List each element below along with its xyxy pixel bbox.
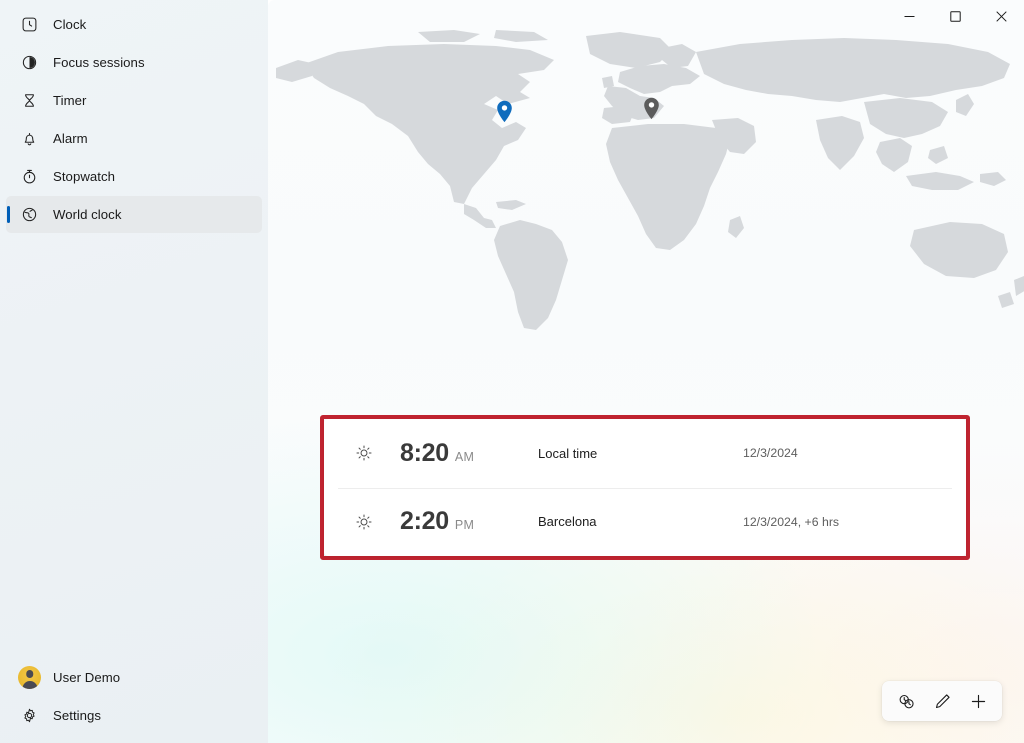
clock-time: 2:20 PM (400, 507, 524, 536)
settings-label: Settings (53, 708, 101, 723)
add-button[interactable] (960, 686, 996, 716)
bell-icon (18, 128, 40, 150)
clock-time-meridiem: AM (455, 450, 474, 464)
clock-list-highlight: 8:20 AM Local time 12/3/2024 2:20 (320, 415, 970, 560)
window-title-bar (268, 0, 1024, 32)
world-map-svg (268, 24, 1024, 342)
sidebar-item-world-clock[interactable]: World clock (6, 196, 262, 233)
sidebar-item-clock[interactable]: Clock (6, 6, 262, 43)
local-time-pin[interactable] (496, 100, 513, 123)
avatar-icon (18, 666, 41, 689)
sidebar-item-label: Alarm (53, 131, 88, 146)
maximize-button[interactable] (932, 0, 978, 32)
clock-location-name: Local time (538, 446, 743, 461)
sidebar-item-stopwatch[interactable]: Stopwatch (6, 158, 262, 195)
clock-date: 12/3/2024, +6 hrs (743, 515, 839, 529)
gear-icon (18, 705, 40, 727)
sidebar-item-label: Clock (53, 17, 86, 32)
sidebar-item-list: Clock Focus sessions (0, 6, 268, 234)
clock-icon (18, 14, 40, 36)
compare-button[interactable] (888, 686, 924, 716)
clock-app-window: Clock Focus sessions (0, 0, 1024, 743)
focus-sessions-icon (18, 52, 40, 74)
stopwatch-icon (18, 166, 40, 188)
pencil-icon (933, 692, 952, 711)
sidebar-item-focus-sessions[interactable]: Focus sessions (6, 44, 262, 81)
sidebar-item-label: Stopwatch (53, 169, 115, 184)
selection-indicator (7, 206, 10, 223)
sidebar-item-alarm[interactable]: Alarm (6, 120, 262, 157)
close-button[interactable] (978, 0, 1024, 32)
edit-button[interactable] (924, 686, 960, 716)
sidebar-footer: User Demo Settings (0, 659, 268, 743)
command-bar (882, 681, 1002, 721)
clock-date: 12/3/2024 (743, 446, 798, 460)
sidebar-item-label: Timer (53, 93, 86, 108)
minimize-button[interactable] (886, 0, 932, 32)
sun-icon (354, 512, 374, 532)
navigation-sidebar: Clock Focus sessions (0, 0, 268, 743)
clock-time-value: 2:20 (400, 507, 449, 536)
sidebar-item-timer[interactable]: Timer (6, 82, 262, 119)
clock-time-value: 8:20 (400, 439, 449, 468)
clock-row[interactable]: 2:20 PM Barcelona 12/3/2024, +6 hrs (324, 488, 966, 557)
barcelona-pin[interactable] (643, 97, 660, 120)
compare-clocks-icon (897, 692, 916, 711)
hourglass-icon (18, 90, 40, 112)
sidebar-spacer (0, 234, 268, 659)
clock-row[interactable]: 8:20 AM Local time 12/3/2024 (324, 419, 966, 488)
sidebar-item-account[interactable]: User Demo (6, 659, 262, 696)
account-label: User Demo (53, 670, 120, 685)
clock-list-card: 8:20 AM Local time 12/3/2024 2:20 (324, 419, 966, 556)
globe-icon (18, 204, 40, 226)
clock-location-name: Barcelona (538, 514, 743, 529)
sidebar-item-label: World clock (53, 207, 121, 222)
plus-icon (969, 692, 988, 711)
sun-icon (354, 443, 374, 463)
clock-time-meridiem: PM (455, 518, 474, 532)
world-map (268, 24, 1024, 342)
clock-time: 8:20 AM (400, 439, 524, 468)
sidebar-item-settings[interactable]: Settings (6, 697, 262, 734)
sidebar-item-label: Focus sessions (53, 55, 145, 70)
world-clock-main-content: 8:20 AM Local time 12/3/2024 2:20 (268, 0, 1024, 743)
